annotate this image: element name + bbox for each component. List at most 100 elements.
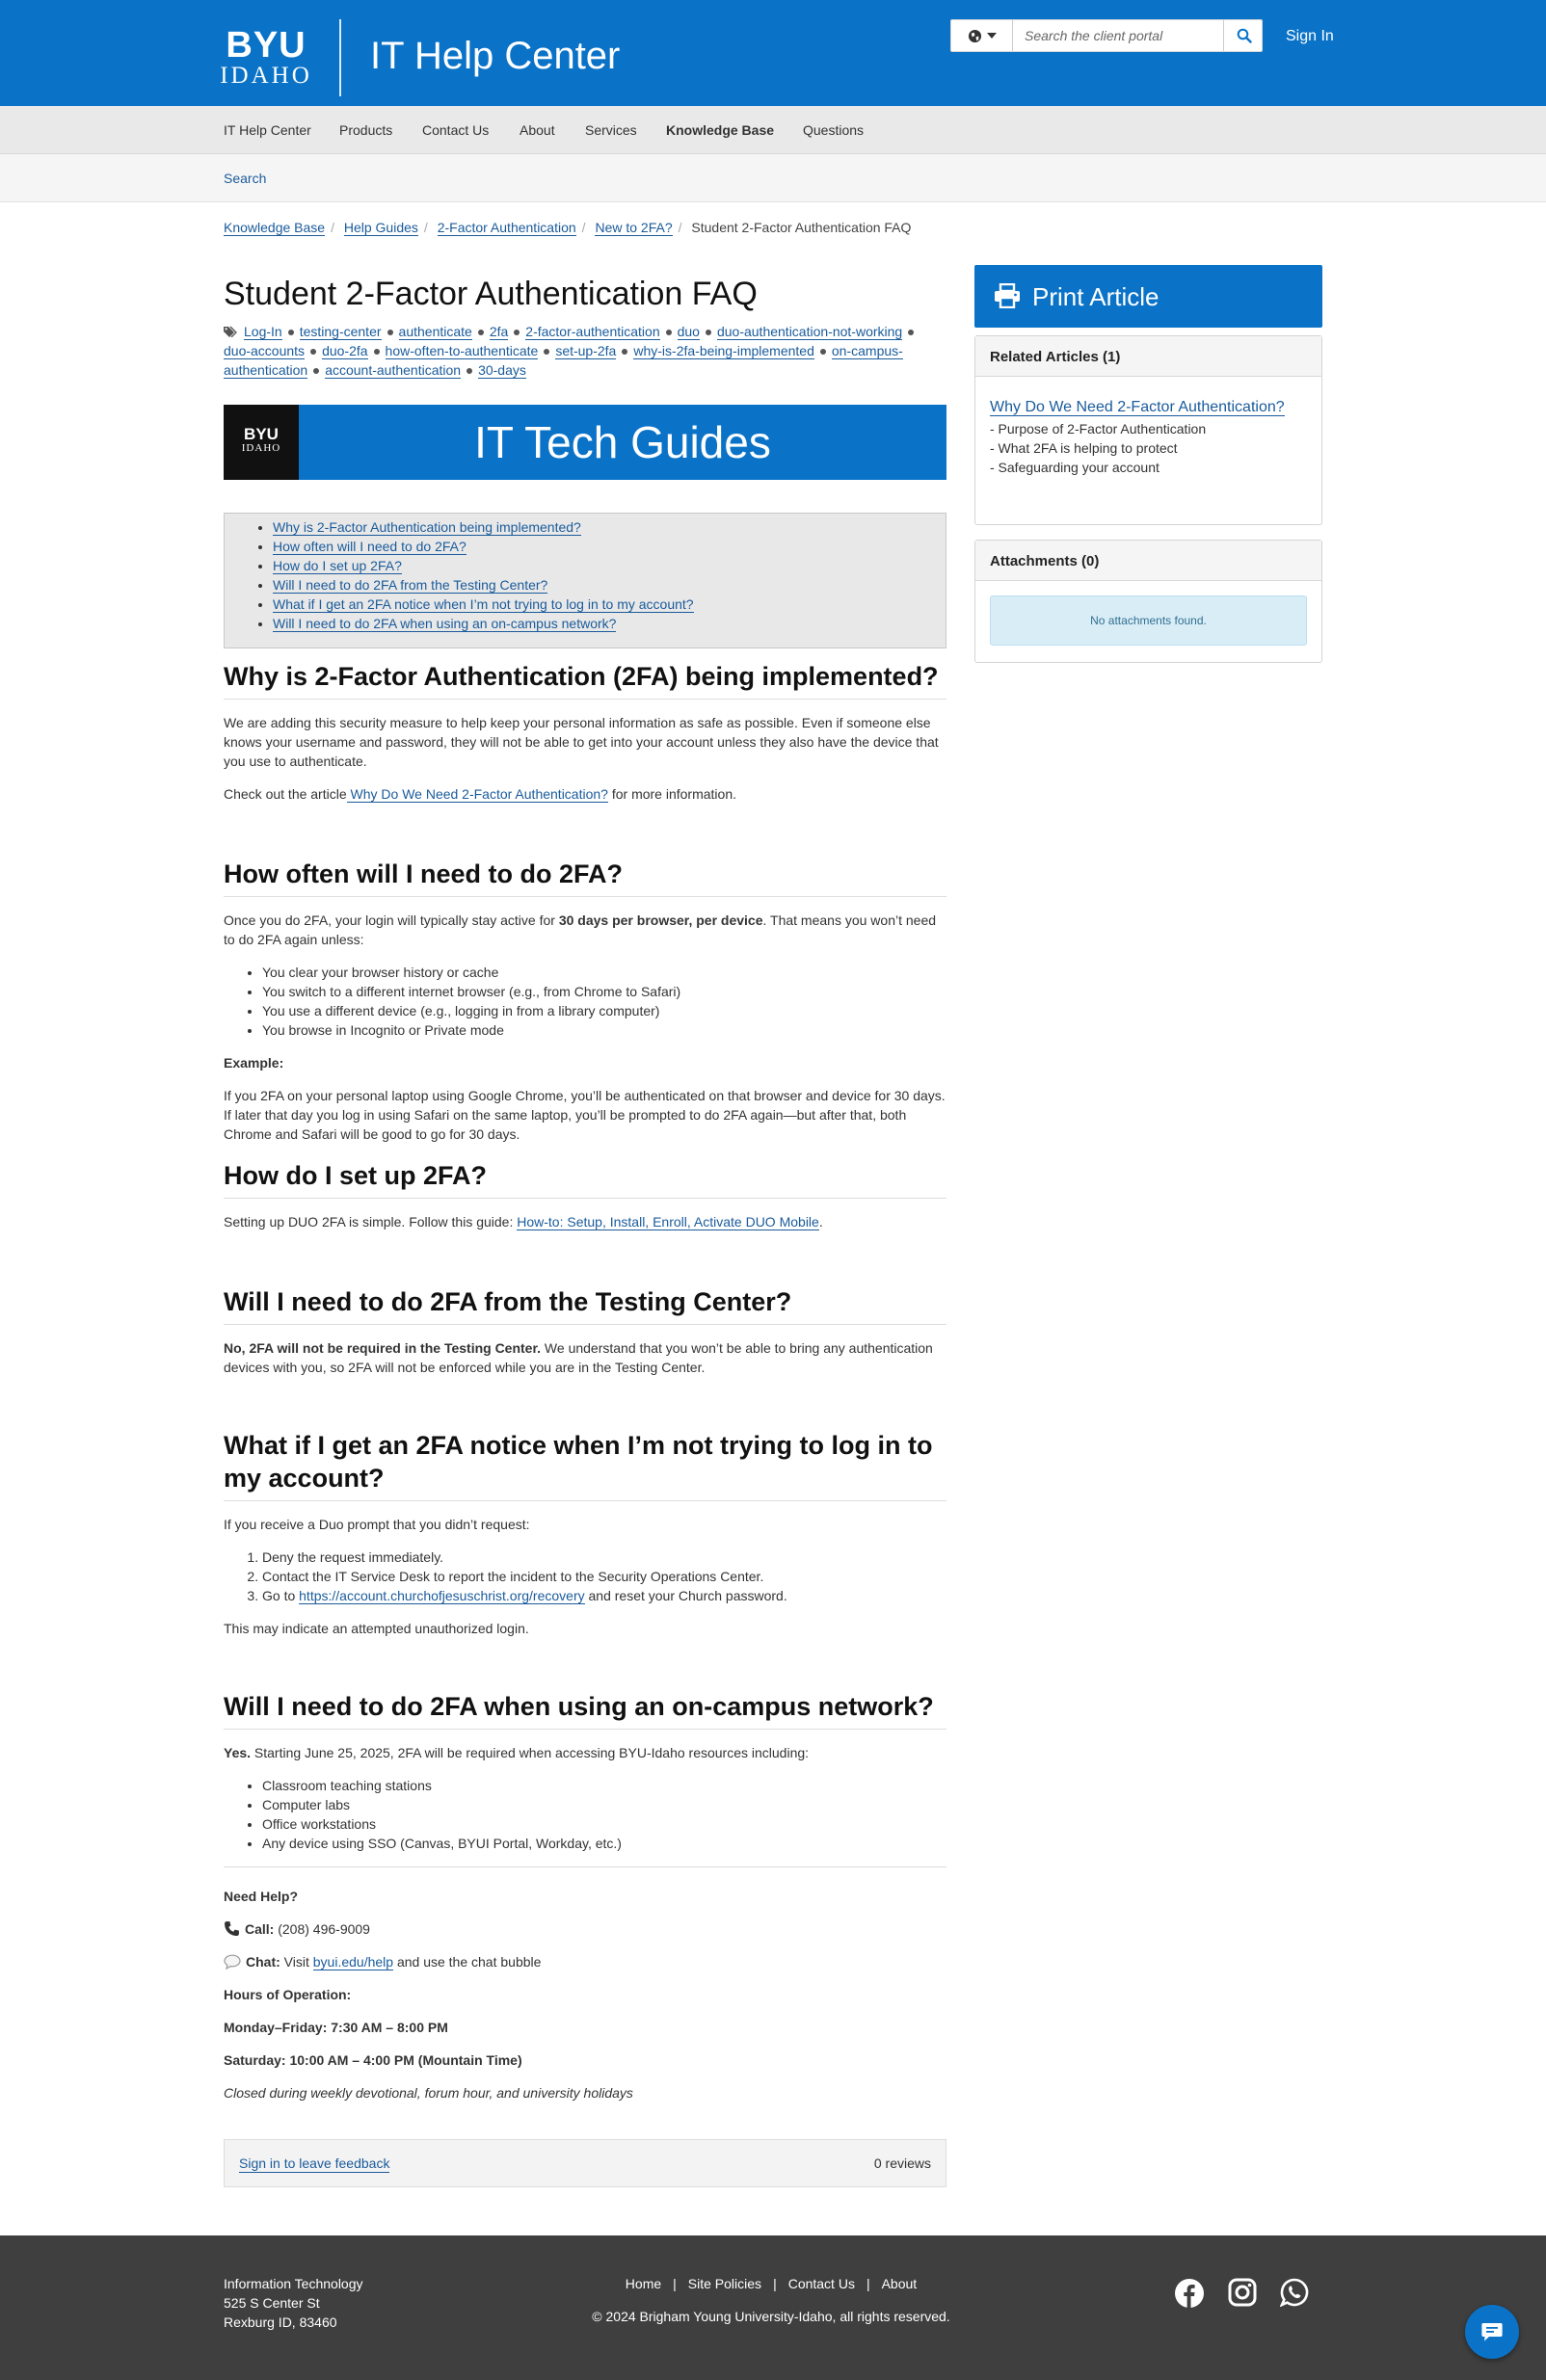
section-heading: How often will I need to do 2FA? [224, 858, 946, 897]
toc-link[interactable]: Why is 2-Factor Authentication being imp… [273, 519, 581, 536]
divider [224, 1866, 946, 1867]
printer-icon [995, 283, 1020, 308]
site-footer: Information Technology 525 S Center St R… [0, 2235, 1546, 2380]
related-articles-panel: Related Articles (1) Why Do We Need 2-Fa… [974, 335, 1322, 525]
search-input[interactable] [1015, 22, 1212, 49]
help-link[interactable]: byui.edu/help [312, 1954, 394, 1970]
caret-down-icon [986, 33, 997, 39]
footer-copyright: © 2024 Brigham Young University-Idaho, a… [592, 2309, 950, 2324]
footer-address: Information Technology 525 S Center St R… [224, 2274, 363, 2332]
tag-link[interactable]: how-often-to-authenticate [385, 343, 539, 359]
breadcrumb-link[interactable]: New to 2FA? [595, 220, 673, 236]
table-of-contents: Why is 2-Factor Authentication being imp… [224, 513, 946, 648]
sign-in-feedback-link[interactable]: Sign in to leave feedback [239, 2155, 390, 2173]
phone-icon [225, 1921, 239, 1936]
nav-item-services[interactable]: Services [585, 121, 637, 139]
nav-item-it-help-center[interactable]: IT Help Center [224, 121, 311, 139]
section-heading: Why is 2-Factor Authentication (2FA) bei… [224, 660, 946, 700]
sign-in-link[interactable]: Sign In [1286, 27, 1334, 46]
list-item: You browse in Incognito or Private mode [262, 1020, 946, 1040]
bullet-list: You clear your browser history or cache … [224, 963, 946, 1040]
section-heading: Will I need to do 2FA when using an on-c… [224, 1690, 946, 1730]
tag-link[interactable]: testing-center [299, 324, 382, 340]
list-item: Any device using SSO (Canvas, BYUI Porta… [262, 1834, 946, 1853]
nav-item-products[interactable]: Products [339, 121, 392, 139]
example-label: Example: [224, 1055, 284, 1071]
footer-link-contact-us[interactable]: Contact Us [788, 2276, 855, 2291]
chat-icon [1481, 2323, 1503, 2341]
related-article-inline-link[interactable]: Why Do We Need 2-Factor Authentication? [346, 786, 608, 803]
hours-heading: Hours of Operation: [224, 1987, 352, 2002]
toc-link[interactable]: Will I need to do 2FA when using an on-c… [273, 616, 617, 632]
nav-item-questions[interactable]: Questions [803, 121, 864, 139]
tag-link[interactable]: 2-factor-authentication [525, 324, 660, 340]
footer-street: 525 S Center St [224, 2295, 320, 2311]
nav-item-about[interactable]: About [520, 121, 555, 139]
breadcrumb: Knowledge Base / Help Guides/ 2-Factor Au… [224, 220, 912, 236]
site-title[interactable]: IT Help Center [370, 33, 620, 79]
tag-link[interactable]: duo-authentication-not-working [716, 324, 903, 340]
list-item: Classroom teaching stations [262, 1776, 946, 1795]
section-paragraph: No, 2FA will not be required in the Test… [224, 1340, 933, 1375]
section-paragraph: Once you do 2FA, your login will typical… [224, 912, 937, 947]
breadcrumb-link[interactable]: 2-Factor Authentication [437, 220, 576, 236]
tag-link[interactable]: why-is-2fa-being-implemented [633, 343, 814, 359]
chat-bubble-button[interactable] [1465, 2305, 1519, 2359]
toc-link[interactable]: What if I get an 2FA notice when I’m not… [273, 596, 694, 613]
related-article-point: - Purpose of 2-Factor Authentication [990, 421, 1207, 436]
tag-list: Log-In testing-center authenticate 2fa 2-fac… [224, 322, 946, 380]
search-icon [1237, 28, 1252, 43]
whatsapp-icon[interactable] [1280, 2278, 1309, 2307]
tag-link[interactable]: Log-In [244, 324, 282, 340]
related-article-link[interactable]: Why Do We Need 2-Factor Authentication? [990, 399, 1285, 416]
tag-link[interactable]: set-up-2fa [555, 343, 617, 359]
breadcrumb-link[interactable]: Help Guides [343, 220, 418, 236]
tags-icon [224, 326, 237, 338]
nav-item-knowledge-base[interactable]: Knowledge Base [666, 121, 774, 139]
setup-guide-link[interactable]: How-to: Setup, Install, Enroll, Activate… [517, 1214, 819, 1230]
search-button[interactable] [1223, 20, 1264, 51]
toc-link[interactable]: Will I need to do 2FA from the Testing C… [273, 577, 548, 594]
tag-link[interactable]: 2fa [489, 324, 509, 340]
tag-link[interactable]: account-authentication [325, 362, 462, 379]
section-paragraph: Yes. Starting June 25, 2025, 2FA will be… [224, 1745, 810, 1760]
facebook-icon[interactable] [1174, 2278, 1205, 2309]
toc-link[interactable]: How often will I need to do 2FA? [273, 539, 466, 555]
saturday-hours: Saturday: 10:00 AM – 4:00 PM (Mountain T… [224, 2052, 522, 2068]
site-header: BYU IDAHO IT Help Center Sign In [0, 0, 1546, 106]
byui-logo[interactable]: BYU IDAHO [220, 27, 312, 89]
breadcrumb-link[interactable]: Knowledge Base [224, 220, 326, 236]
tag-link[interactable]: 30-days [478, 362, 526, 379]
section-paragraph: We are adding this security measure to h… [224, 715, 939, 769]
attachments-panel: Attachments (0) No attachments found. [974, 540, 1322, 663]
toc-link[interactable]: How do I set up 2FA? [273, 558, 402, 574]
nav-item-contact-us[interactable]: Contact Us [422, 121, 489, 139]
call-line: Call: (208) 496-9009 [224, 1919, 946, 1939]
footer-link-about[interactable]: About [882, 2276, 918, 2291]
section-paragraph: Setting up DUO 2FA is simple. Follow thi… [224, 1214, 823, 1230]
logo-divider [339, 19, 341, 96]
instagram-icon[interactable] [1228, 2278, 1257, 2307]
weekday-hours: Monday–Friday: 7:30 AM – 8:00 PM [224, 2020, 448, 2035]
attachments-heading: Attachments (0) [975, 541, 1321, 581]
list-item: Deny the request immediately. [262, 1547, 946, 1567]
breadcrumb-current: Student 2-Factor Authentication FAQ [691, 220, 912, 235]
tag-link[interactable]: duo [677, 324, 700, 340]
subnav-item-search[interactable]: Search [224, 170, 266, 187]
account-recovery-link[interactable]: https://account.churchofjesuschrist.org/… [299, 1588, 585, 1604]
tag-link[interactable]: duo-2fa [322, 343, 368, 359]
numbered-list: Deny the request immediately. Contact th… [224, 1547, 946, 1605]
footer-link-home[interactable]: Home [626, 2276, 661, 2291]
feedback-wrap: Sign in to leave feedback 0 reviews [224, 2139, 946, 2187]
print-article-label: Print Article [1032, 282, 1160, 311]
related-article-point: - Safeguarding your account [990, 460, 1160, 475]
print-article-button[interactable]: Print Article [974, 265, 1322, 328]
tag-link[interactable]: authenticate [398, 324, 472, 340]
footer-link-site-policies[interactable]: Site Policies [688, 2276, 761, 2291]
related-article-point: - What 2FA is helping to protect [990, 440, 1178, 456]
banner-logo-line-1: BYU [244, 425, 279, 443]
section-paragraph: If you 2FA on your personal laptop using… [224, 1088, 946, 1142]
tag-link[interactable]: duo-accounts [224, 343, 306, 359]
language-dropdown[interactable] [951, 20, 1013, 51]
section-heading: How do I set up 2FA? [224, 1159, 946, 1199]
